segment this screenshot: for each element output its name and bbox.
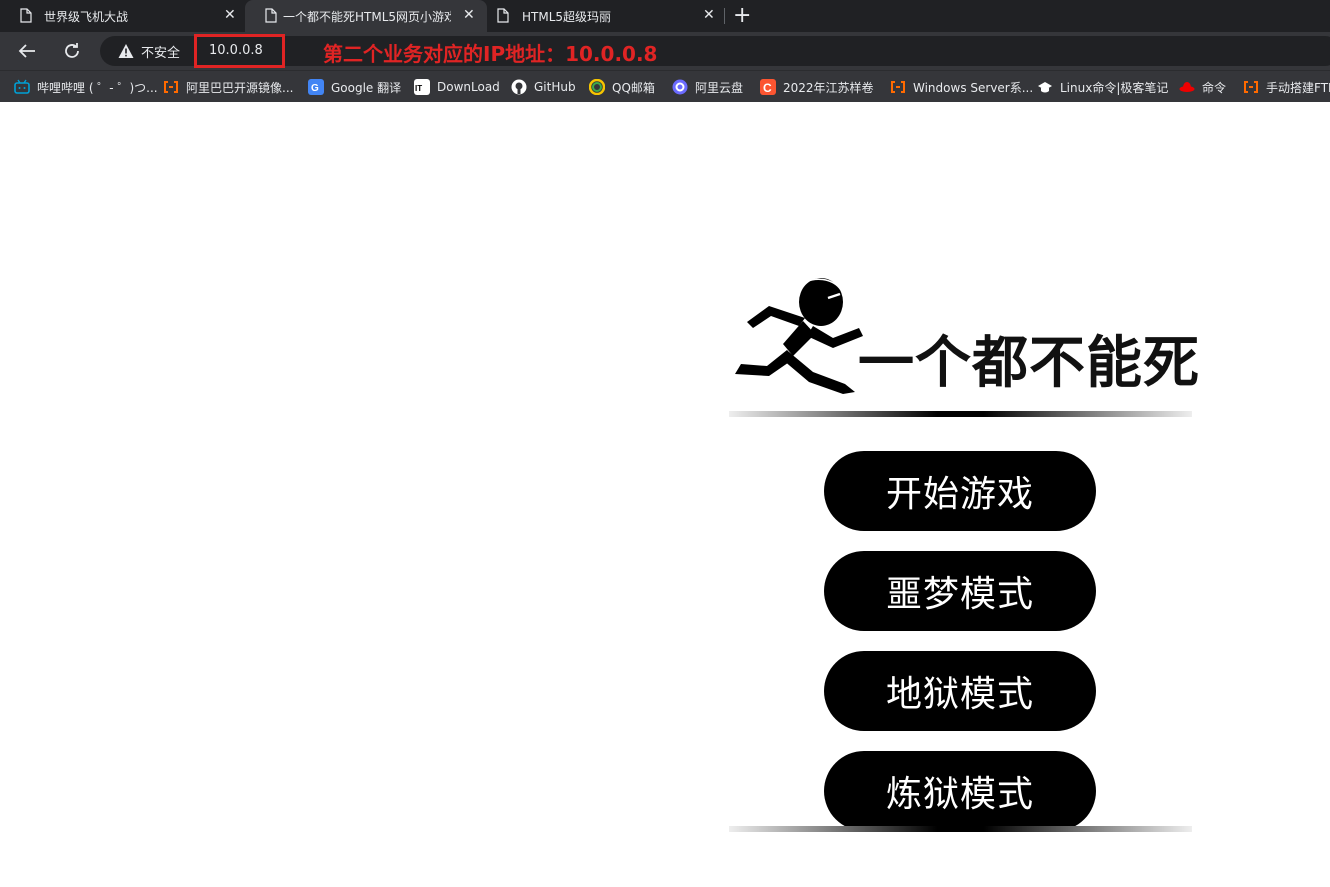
bookmark-label: Windows Server系...	[913, 80, 1034, 95]
reload-icon[interactable]	[62, 41, 82, 61]
bookmark-label: DownLoad	[437, 80, 500, 94]
bookmark-label: 哔哩哔哩 ( ゜- ゜)つ...	[37, 80, 158, 95]
alibaba-cloud-icon	[163, 79, 179, 95]
svg-text:IT: IT	[415, 84, 422, 93]
bookmark-label: 阿里云盘	[695, 80, 744, 95]
github-icon	[511, 79, 527, 95]
tab-super-mario[interactable]: HTML5超级玛丽 ✕	[487, 0, 724, 32]
bilibili-icon	[14, 79, 30, 95]
bookmark-download[interactable]: IT DownLoad	[414, 77, 500, 97]
warning-icon[interactable]	[118, 43, 134, 59]
tab-yigedoubunengsi[interactable]: 一个都不能死HTML5网页小游戏 ✕	[245, 0, 487, 32]
document-icon	[497, 8, 509, 23]
svg-text:G: G	[311, 83, 319, 94]
svg-text:C: C	[763, 81, 772, 95]
csdn-icon: C	[760, 79, 776, 95]
bookmark-qq-mail[interactable]: QQ邮箱	[588, 77, 655, 97]
redhat-icon	[1179, 79, 1195, 95]
aliyun-drive-icon	[672, 79, 688, 95]
tab-separator	[724, 8, 725, 24]
download-site-icon: IT	[414, 79, 430, 95]
close-tab-icon[interactable]: ✕	[703, 7, 715, 23]
graduation-cap-icon	[1037, 79, 1053, 95]
bookmark-google-translate[interactable]: G Google 翻译	[308, 77, 401, 97]
bookmark-label: Linux命令|极客笔记	[1060, 80, 1169, 95]
google-translate-icon: G	[308, 79, 324, 95]
bookmark-label: QQ邮箱	[612, 80, 655, 95]
close-tab-icon[interactable]: ✕	[463, 7, 475, 23]
qq-mail-icon	[588, 78, 606, 96]
bookmark-label: 手动搭建FTP	[1266, 80, 1330, 95]
security-status[interactable]: 不安全	[141, 42, 180, 61]
alibaba-cloud-icon	[890, 79, 906, 95]
alibaba-cloud-icon	[1243, 79, 1259, 95]
bookmark-label: Google 翻译	[331, 80, 402, 95]
tab-plane-war[interactable]: 世界级飞机大战 ✕	[0, 0, 245, 32]
back-arrow-icon[interactable]	[17, 41, 37, 61]
bookmark-jiangsu-sample[interactable]: C 2022年江苏样卷	[760, 77, 874, 97]
bookmarks-bar: 哔哩哔哩 ( ゜- ゜)つ... 阿里巴巴开源镜像... G Google 翻译…	[0, 70, 1330, 102]
highlight-box	[194, 34, 285, 68]
tab-title: HTML5超级玛丽	[522, 10, 612, 24]
plus-icon[interactable]: +	[733, 3, 751, 28]
bookmark-github[interactable]: GitHub	[511, 77, 576, 97]
purgatory-mode-button[interactable]: 炼狱模式	[824, 751, 1096, 831]
bookmark-alibaba-mirror[interactable]: 阿里巴巴开源镜像...	[163, 77, 293, 97]
annotation-text: 第二个业务对应的IP地址：10.0.0.8	[323, 42, 658, 66]
bookmark-aliyun-drive[interactable]: 阿里云盘	[672, 77, 743, 97]
bookmark-linux-commands[interactable]: Linux命令|极客笔记	[1037, 77, 1168, 97]
game-title: 一个都不能死	[858, 331, 1200, 396]
start-game-button[interactable]: 开始游戏	[824, 451, 1096, 531]
tab-strip: 世界级飞机大战 ✕ 一个都不能死HTML5网页小游戏 ✕ HTML5超级玛丽 ✕…	[0, 0, 1330, 32]
bookmark-label: 命令	[1202, 80, 1227, 95]
tab-title: 一个都不能死HTML5网页小游戏	[283, 10, 451, 24]
bookmark-label: GitHub	[534, 80, 576, 94]
document-icon	[265, 8, 277, 23]
tab-title: 世界级飞机大战	[44, 10, 129, 24]
top-divider	[729, 411, 1192, 417]
nightmare-mode-button[interactable]: 噩梦模式	[824, 551, 1096, 631]
bottom-divider	[729, 826, 1192, 832]
bookmark-bilibili[interactable]: 哔哩哔哩 ( ゜- ゜)つ...	[14, 77, 158, 97]
hell-mode-button[interactable]: 地狱模式	[824, 651, 1096, 731]
running-stickman-icon	[735, 278, 863, 394]
close-tab-icon[interactable]: ✕	[224, 7, 236, 23]
bookmark-commands[interactable]: 命令	[1179, 77, 1226, 97]
bookmark-label: 2022年江苏样卷	[783, 80, 874, 95]
bookmark-label: 阿里巴巴开源镜像...	[186, 80, 294, 95]
bookmark-windows-server[interactable]: Windows Server系...	[890, 77, 1033, 97]
bookmark-ftp[interactable]: 手动搭建FTP	[1243, 77, 1330, 97]
document-icon	[20, 8, 32, 23]
